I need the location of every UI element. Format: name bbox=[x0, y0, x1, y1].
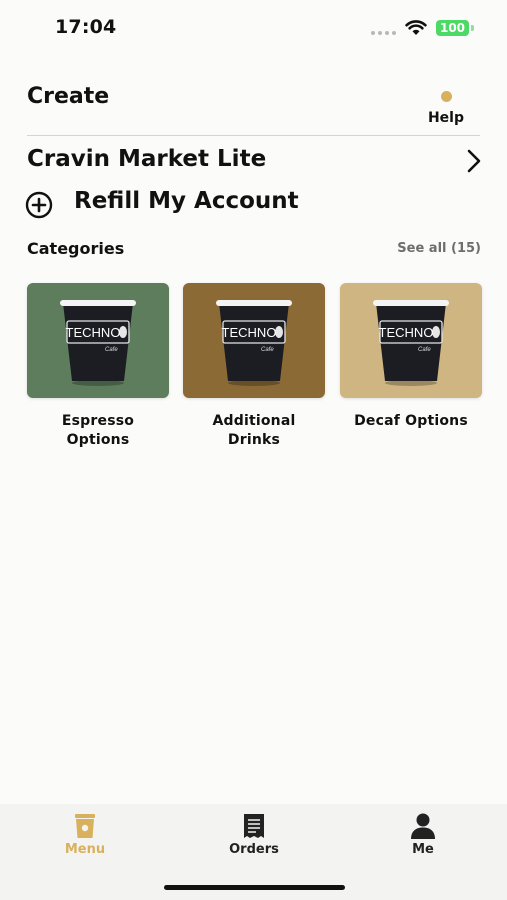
tab-label: Me bbox=[412, 842, 434, 857]
tab-label: Orders bbox=[229, 842, 279, 857]
market-selector[interactable]: Cravin Market Lite bbox=[27, 144, 483, 178]
coffee-cup-image: TECHNO Cafe bbox=[373, 300, 449, 386]
help-dot-icon bbox=[440, 91, 452, 102]
refill-account-button[interactable]: Refill My Account bbox=[25, 186, 345, 220]
status-bar: 17:04 100 bbox=[0, 0, 507, 56]
category-card-espresso[interactable]: TECHNO Cafe Espresso Options bbox=[27, 283, 169, 450]
category-label: Espresso Options bbox=[61, 413, 135, 448]
category-card-decaf[interactable]: TECHNO Cafe Decaf Options bbox=[340, 283, 482, 431]
receipt-icon bbox=[244, 814, 264, 838]
help-button[interactable]: Help bbox=[420, 88, 472, 128]
cup-sub-text: Cafe bbox=[105, 347, 118, 353]
category-image: TECHNO Cafe bbox=[340, 283, 482, 398]
person-icon bbox=[411, 813, 435, 839]
cup-sub-text: Cafe bbox=[261, 347, 274, 353]
help-label: Help bbox=[427, 110, 465, 126]
status-time: 17:04 bbox=[55, 16, 117, 38]
see-all-link[interactable]: See all (15) bbox=[397, 241, 481, 256]
category-label: Additional Drinks bbox=[212, 413, 296, 448]
cup-logo-text: TECHNO bbox=[379, 325, 434, 340]
home-indicator bbox=[164, 885, 345, 890]
plus-circle-icon bbox=[25, 191, 53, 219]
divider bbox=[27, 135, 480, 136]
wifi-icon bbox=[405, 20, 427, 35]
category-card-additional-drinks[interactable]: TECHNO Cafe Additional Drinks bbox=[183, 283, 325, 450]
battery-cap bbox=[471, 25, 474, 31]
coffee-cup-image: TECHNO Cafe bbox=[60, 300, 136, 386]
battery-indicator: 100 bbox=[436, 20, 469, 36]
cellular-signal-icon bbox=[371, 31, 396, 35]
categories-title: Categories bbox=[27, 239, 125, 258]
chevron-right-icon bbox=[467, 149, 481, 173]
category-image: TECHNO Cafe bbox=[27, 283, 169, 398]
tab-orders[interactable]: Orders bbox=[204, 812, 304, 864]
category-image: TECHNO Cafe bbox=[183, 283, 325, 398]
refill-label: Refill My Account bbox=[74, 188, 299, 214]
cup-sub-text: Cafe bbox=[418, 347, 431, 353]
coffee-cup-image: TECHNO Cafe bbox=[216, 300, 292, 386]
coffee-cup-icon bbox=[75, 814, 95, 838]
cup-logo-text: TECHNO bbox=[66, 325, 121, 340]
tab-menu[interactable]: Menu bbox=[35, 812, 135, 864]
page-title: Create bbox=[27, 84, 110, 109]
tab-me[interactable]: Me bbox=[373, 812, 473, 864]
tab-label: Menu bbox=[64, 842, 106, 857]
market-name: Cravin Market Lite bbox=[27, 146, 267, 172]
category-label: Decaf Options bbox=[354, 413, 468, 429]
cup-logo-text: TECHNO bbox=[222, 325, 277, 340]
